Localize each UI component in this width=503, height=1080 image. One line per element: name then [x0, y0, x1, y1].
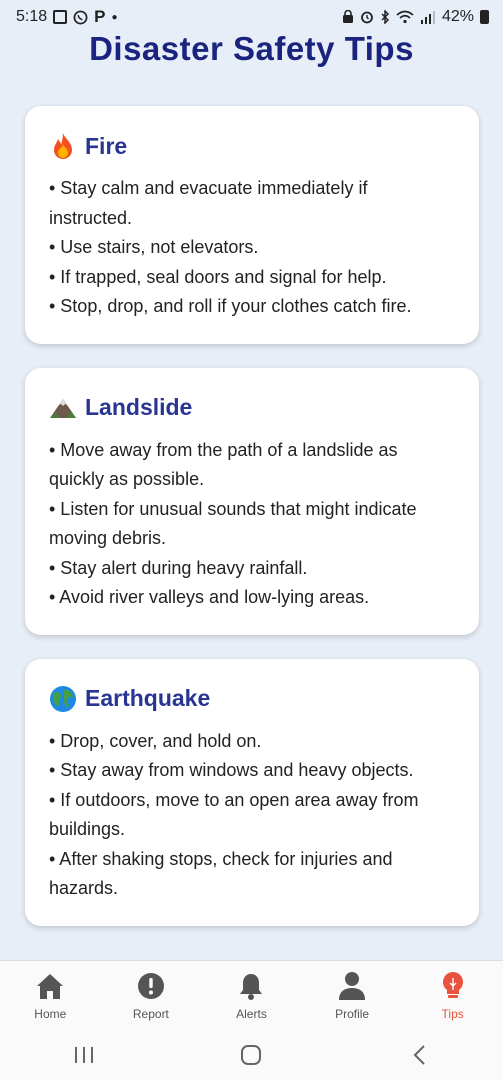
tip-line: • Stay away from windows and heavy objec…	[49, 760, 414, 780]
tip-line: • Stay alert during heavy rainfall.	[49, 557, 308, 578]
tip-line: • If trapped, seal doors and signal for …	[49, 266, 387, 287]
wifi-icon	[396, 10, 414, 24]
recent-apps-button[interactable]	[54, 1035, 114, 1075]
nav-home[interactable]: Home	[0, 969, 100, 1021]
system-nav-bar	[0, 1030, 503, 1080]
tips-list: Fire • Stay calm and evacuate immediatel…	[25, 106, 479, 950]
nav-tips[interactable]: Tips	[403, 969, 503, 1021]
globe-icon	[49, 685, 77, 713]
back-chevron-icon	[413, 1045, 425, 1065]
tip-line: instructed.	[49, 207, 133, 228]
nav-alerts[interactable]: Alerts	[201, 969, 301, 1021]
home-circle-icon	[241, 1045, 262, 1065]
mountain-icon	[49, 394, 77, 422]
bluetooth-icon	[380, 10, 390, 24]
tip-line: • Avoid river valleys and low-lying area…	[49, 587, 370, 607]
tip-card-earthquake: Earthquake • Drop, cover, and hold on. •…	[25, 658, 479, 926]
tip-line: hazards.	[49, 878, 119, 898]
nav-report[interactable]: Report	[101, 969, 201, 1021]
nav-label: Profile	[335, 1007, 370, 1021]
home-system-button[interactable]	[221, 1035, 281, 1075]
nav-profile[interactable]: Profile	[302, 969, 402, 1021]
status-time: 5:18	[16, 8, 48, 25]
alarm-icon	[360, 10, 374, 24]
tip-line: • Stay calm and evacuate immediately if	[49, 178, 368, 198]
alert-circle-icon	[134, 969, 168, 1003]
more-notifications-icon: ●	[111, 11, 118, 23]
bottom-nav: Home Report Alerts Profile Tips	[0, 960, 503, 1030]
lightbulb-icon	[436, 969, 470, 1003]
tip-line: moving debris.	[49, 528, 167, 548]
status-right: 42%	[342, 8, 489, 26]
person-icon	[335, 969, 369, 1003]
home-icon	[33, 969, 67, 1003]
signal-icon	[420, 10, 436, 24]
tip-line: • Stop, drop, and roll if your clothes c…	[49, 296, 412, 316]
card-title: Earthquake	[85, 685, 211, 711]
nav-label: Alerts	[236, 1007, 267, 1021]
card-header: Earthquake	[49, 685, 455, 713]
tip-line: • Use stairs, not elevators.	[49, 237, 259, 257]
lock-icon	[342, 10, 354, 24]
tip-line: • After shaking stops, check for injurie…	[49, 848, 393, 869]
card-header: Fire	[49, 132, 455, 160]
card-header: Landslide	[49, 394, 455, 422]
tip-line: • Drop, cover, and hold on.	[49, 730, 262, 751]
battery-percent: 42%	[441, 8, 474, 25]
card-title: Fire	[85, 132, 128, 159]
tip-line: • Listen for unusual sounds that might i…	[49, 498, 417, 519]
back-button[interactable]	[389, 1035, 449, 1075]
status-left: 5:18 P ●	[16, 7, 118, 27]
tip-line: • Move away from the path of a landslide…	[49, 439, 398, 460]
nav-label: Report	[132, 1007, 169, 1021]
status-bar: 5:18 P ● 42%	[0, 0, 503, 34]
tip-line: buildings.	[49, 819, 126, 839]
tip-card-fire: Fire • Stay calm and evacuate immediatel…	[25, 106, 479, 344]
recent-apps-icon	[74, 1047, 93, 1063]
whatsapp-icon	[73, 10, 88, 25]
battery-icon	[480, 10, 489, 24]
card-title: Landslide	[85, 394, 193, 420]
nav-label: Home	[34, 1007, 67, 1021]
parking-icon: P	[94, 7, 106, 26]
tip-line: • If outdoors, move to an open area away…	[49, 789, 419, 810]
page-title: Disaster Safety Tips	[89, 30, 414, 67]
tip-line: quickly as possible.	[49, 469, 205, 489]
bell-icon	[234, 969, 268, 1003]
tip-card-landslide: Landslide • Move away from the path of a…	[25, 367, 479, 635]
fire-icon	[49, 132, 77, 160]
nav-label: Tips	[441, 1007, 464, 1021]
gallery-icon	[53, 10, 68, 24]
